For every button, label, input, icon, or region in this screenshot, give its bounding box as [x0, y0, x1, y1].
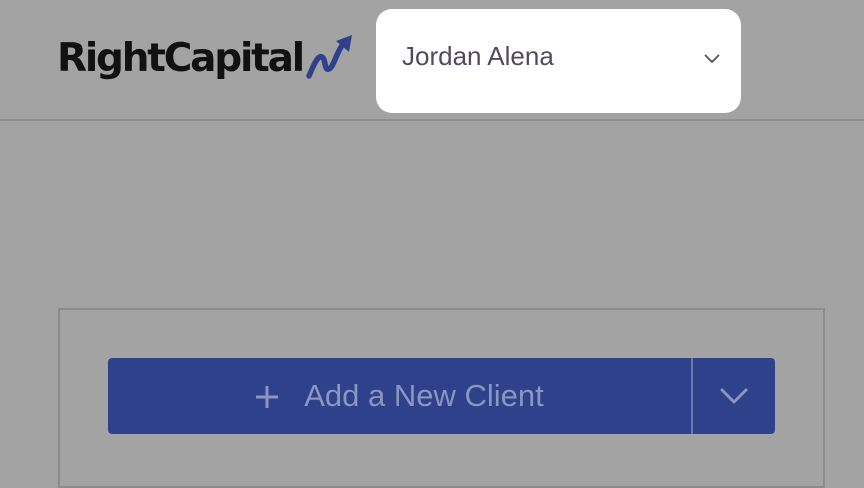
chevron-down-icon [720, 388, 748, 404]
trend-arrow-icon [306, 35, 352, 79]
chevron-down-icon [704, 54, 720, 63]
selected-client-name: Jordan Alena [402, 41, 554, 71]
plus-icon [256, 386, 279, 408]
app-header: RightCapital Jordan Alena [0, 0, 864, 121]
logo-wordmark: RightCapital [57, 36, 305, 81]
client-selector[interactable]: Jordan Alena [376, 9, 741, 113]
add-new-client-label: Add a New Client [304, 378, 544, 413]
add-client-options-button[interactable] [693, 358, 775, 434]
add-new-client-button[interactable]: Add a New Client [108, 358, 692, 434]
rightcapital-logo[interactable]: RightCapital [57, 34, 356, 84]
